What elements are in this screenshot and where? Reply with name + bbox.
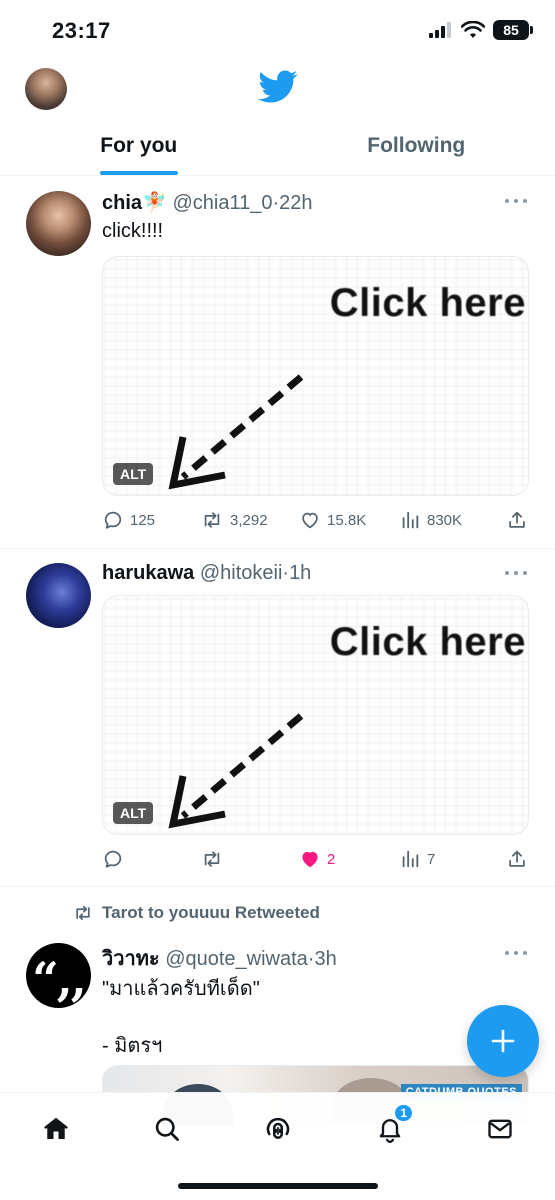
- notification-count-badge: 1: [393, 1103, 414, 1123]
- tweet-author-avatar[interactable]: [26, 191, 91, 256]
- home-icon: [44, 1117, 68, 1139]
- tweet-author-handle[interactable]: @hitokeii: [200, 562, 283, 584]
- retweet-count: 3,292: [230, 511, 268, 529]
- media-caption-text: Click here: [329, 620, 526, 664]
- tweet-author-name[interactable]: วิวาทะ: [102, 948, 160, 970]
- heart-icon: [302, 512, 318, 529]
- like-button[interactable]: 2: [299, 848, 335, 870]
- views-count: 830K: [427, 511, 463, 529]
- tweet[interactable]: harukawa @hitokeii·1h Click here ALT 2 7: [0, 549, 555, 887]
- like-button[interactable]: 15.8K: [299, 509, 366, 531]
- heart-filled-icon: [302, 851, 318, 868]
- retweet-icon: [204, 851, 220, 867]
- tweet-timestamp[interactable]: 22h: [279, 192, 312, 214]
- tweet-media-image[interactable]: Click here ALT: [102, 595, 529, 835]
- plus-icon: [491, 1029, 515, 1053]
- retweet-icon: [204, 512, 220, 528]
- retweet-icon: [76, 905, 90, 921]
- battery-indicator: 85: [493, 20, 533, 40]
- twitter-bird-icon: [258, 70, 298, 103]
- tab-for-you-label: For you: [100, 134, 178, 157]
- tweet-text-line-2: - มิตรฯ: [102, 1035, 163, 1057]
- share-icon: [509, 850, 525, 867]
- more-options-icon[interactable]: [505, 199, 527, 205]
- avatar-quote-mark: “,,: [32, 951, 86, 1006]
- more-options-icon[interactable]: [505, 951, 527, 957]
- reply-icon: [104, 511, 122, 529]
- tweet-header: chia🧚🏻 @chia11_0·22h: [102, 190, 313, 215]
- views-chart-icon: [402, 850, 419, 868]
- reply-count: 125: [130, 511, 156, 529]
- tab-for-you[interactable]: For you: [0, 122, 278, 175]
- tweet-actions: 2 7: [102, 848, 529, 872]
- media-caption-text: Click here: [329, 281, 526, 325]
- tweet-author-avatar[interactable]: [26, 563, 91, 628]
- arrow-graphic-icon: [168, 713, 304, 829]
- tweet-text-line-1: "มาแล้วครับทีเด็ด": [102, 978, 260, 1000]
- views-count: 7: [427, 850, 436, 868]
- views-chart-icon: [402, 511, 419, 529]
- search-icon: [155, 1117, 179, 1141]
- tweet-author-name[interactable]: chia🧚🏻: [102, 192, 167, 214]
- views-button[interactable]: 830K: [399, 509, 462, 531]
- tweet-header: harukawa @hitokeii·1h: [102, 562, 311, 585]
- nav-notifications[interactable]: 1: [372, 1103, 414, 1147]
- tweet-timestamp[interactable]: 1h: [289, 562, 311, 584]
- share-button[interactable]: [506, 848, 528, 870]
- share-icon: [509, 511, 525, 528]
- nav-home[interactable]: [38, 1111, 74, 1147]
- retweet-button[interactable]: [200, 848, 230, 870]
- app-header: [0, 62, 555, 122]
- status-bar: 23:17 85: [0, 0, 555, 62]
- views-button[interactable]: 7: [399, 848, 435, 870]
- status-time: 23:17: [52, 18, 111, 43]
- active-tab-indicator: [99, 171, 178, 175]
- battery-level: 85: [503, 22, 519, 38]
- app-screen: 23:17 85 For you Following chia🧚🏻 @chia1…: [0, 0, 555, 1200]
- nav-messages[interactable]: [482, 1111, 518, 1147]
- timeline-tabs: For you Following: [0, 122, 555, 176]
- tweet-text: click!!!!: [102, 220, 164, 242]
- retweeted-by-text: Tarot to youuuu Retweeted: [102, 903, 320, 922]
- share-button[interactable]: [506, 509, 528, 531]
- tweet-media-image[interactable]: Click here ALT: [102, 256, 529, 496]
- like-count: 2: [327, 850, 336, 868]
- tab-following[interactable]: Following: [278, 122, 555, 175]
- status-icons: 85: [429, 20, 533, 40]
- home-indicator: [178, 1183, 378, 1189]
- compose-tweet-button[interactable]: [467, 1005, 539, 1077]
- cellular-signal-icon: [429, 22, 451, 38]
- reply-button[interactable]: [102, 848, 130, 870]
- tweet-timestamp[interactable]: 3h: [314, 948, 336, 970]
- tweet[interactable]: chia🧚🏻 @chia11_0·22h click!!!! Click her…: [0, 177, 555, 549]
- tab-following-label: Following: [367, 134, 466, 157]
- spaces-icon: [266, 1117, 290, 1139]
- more-options-icon[interactable]: [505, 571, 527, 577]
- profile-avatar[interactable]: [25, 68, 67, 110]
- wifi-icon: [461, 21, 485, 38]
- nav-spaces[interactable]: [260, 1111, 296, 1147]
- tweet-actions: 125 3,292 15.8K 830K: [102, 509, 529, 533]
- retweeted-by-note[interactable]: Tarot to youuuu Retweeted: [72, 903, 320, 923]
- tweet-author-avatar[interactable]: “,,: [26, 943, 91, 1008]
- retweet-button[interactable]: 3,292: [200, 509, 268, 531]
- alt-text-badge[interactable]: ALT: [113, 463, 154, 485]
- alt-text-badge[interactable]: ALT: [113, 802, 154, 824]
- tweet[interactable]: Tarot to youuuu Retweeted “,, วิวาทะ @qu…: [0, 887, 555, 1125]
- reply-icon: [104, 850, 122, 868]
- tweet-author-handle[interactable]: @chia11_0: [172, 192, 272, 214]
- tweet-header: วิวาทะ @quote_wiwata·3h: [102, 942, 337, 974]
- messages-icon: [488, 1119, 512, 1139]
- arrow-graphic-icon: [168, 374, 304, 490]
- like-count: 15.8K: [327, 511, 367, 529]
- tweet-author-name[interactable]: harukawa: [102, 562, 194, 584]
- tweet-author-handle[interactable]: @quote_wiwata: [165, 948, 308, 970]
- timeline-feed: chia🧚🏻 @chia11_0·22h click!!!! Click her…: [0, 177, 555, 1125]
- nav-search[interactable]: [149, 1111, 185, 1147]
- reply-button[interactable]: 125: [102, 509, 155, 531]
